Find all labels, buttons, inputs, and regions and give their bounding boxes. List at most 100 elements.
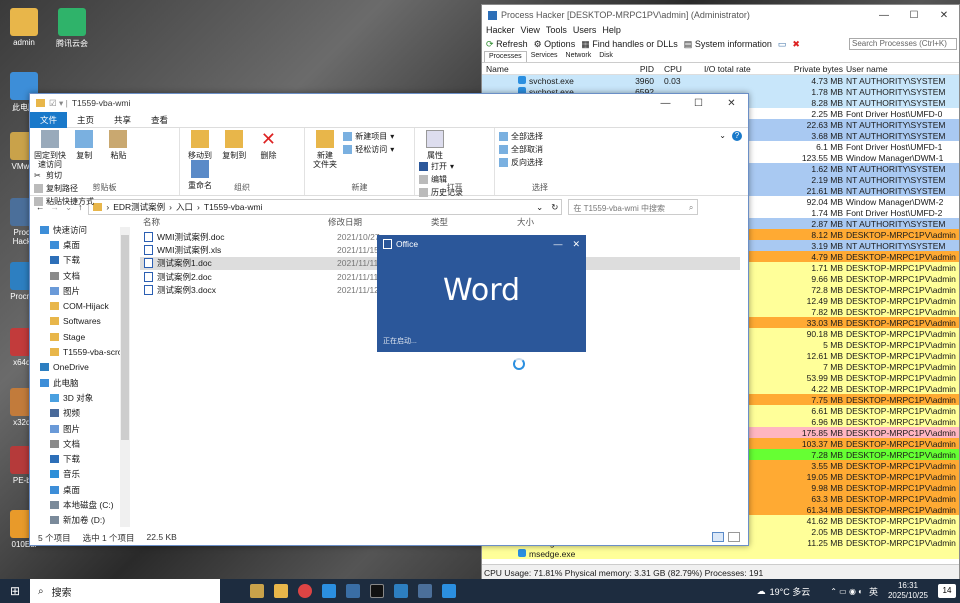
cut-button[interactable]: ✂ 剪切 <box>34 169 94 182</box>
tab-disk[interactable]: Disk <box>595 51 617 62</box>
tab-services[interactable]: Services <box>527 51 562 62</box>
start-button[interactable]: ⊞ <box>0 579 30 603</box>
col-name[interactable]: 名称 <box>140 216 328 228</box>
ribbon-tab[interactable]: 共享 <box>104 114 141 126</box>
nav-item[interactable]: 文档 <box>30 436 130 451</box>
refresh-button[interactable]: ⟳ Refresh <box>486 39 528 50</box>
nav-item[interactable]: Stage <box>30 329 130 344</box>
nav-item[interactable]: 此电脑 <box>30 375 130 390</box>
new-folder-button[interactable]: 新建 文件夹 <box>309 130 341 169</box>
refresh-icon[interactable]: ↻ <box>551 202 558 213</box>
system-information-button[interactable]: ▤ System information <box>684 39 772 50</box>
close-button[interactable]: ✕ <box>929 10 959 21</box>
process-row[interactable]: msedge.exe <box>482 548 959 559</box>
app-icon[interactable] <box>442 584 456 598</box>
task-view-icon[interactable] <box>250 584 264 598</box>
menu-users[interactable]: Users <box>573 25 597 37</box>
help-icon[interactable]: ? <box>732 131 742 141</box>
taskbar-search[interactable]: ⌕ 搜索 <box>30 579 220 603</box>
select-all-button[interactable]: 全部选择 <box>499 130 581 143</box>
maximize-button[interactable]: ☐ <box>899 10 929 21</box>
path-box[interactable]: › EDR测试案例 › 入口 › T1559-vba-wmi ⌄ ↻ <box>88 199 563 215</box>
move-to-button[interactable]: 移动到 <box>184 130 216 160</box>
folder-search-input[interactable]: 在 T1559-vba-wmi 中搜索 ⌕ <box>568 199 699 215</box>
desktop-icon[interactable]: 腾讯云会 <box>52 8 92 49</box>
details-view-icon[interactable] <box>712 532 724 542</box>
nav-scrollbar[interactable] <box>120 227 130 527</box>
invert-selection-button[interactable]: 反向选择 <box>499 156 581 169</box>
file-explorer-icon[interactable] <box>274 584 288 598</box>
nav-item[interactable]: Softwares <box>30 314 130 329</box>
vscode-icon[interactable] <box>394 584 408 598</box>
minimize-button[interactable]: — <box>553 239 562 250</box>
edge-icon[interactable] <box>322 584 336 598</box>
menu-tools[interactable]: Tools <box>546 25 567 37</box>
breadcrumb-edr[interactable]: EDR测试案例 <box>113 201 165 213</box>
pin-quick-access-button[interactable]: 固定到快速访问 <box>34 130 66 169</box>
window-icon[interactable]: ▭ <box>778 39 787 50</box>
nav-item[interactable]: 新加卷 (D:) <box>30 513 130 528</box>
nav-item[interactable]: 视频 <box>30 406 130 421</box>
properties-button[interactable]: 属性 <box>419 130 451 160</box>
col-io[interactable]: I/O total rate <box>704 64 764 74</box>
search-processes-input[interactable]: Search Processes (Ctrl+K) <box>849 38 957 50</box>
nav-item[interactable]: 图片 <box>30 283 130 298</box>
nav-item[interactable]: 文档 <box>30 268 130 283</box>
delete-button[interactable]: ✕ 删除 <box>252 130 284 160</box>
nav-item[interactable]: 桌面 <box>30 482 130 497</box>
select-none-button[interactable]: 全部取消 <box>499 143 581 156</box>
language-indicator[interactable]: 英 <box>869 585 878 598</box>
paste-button[interactable]: 粘贴 <box>102 130 134 160</box>
path-dropdown-icon[interactable]: ⌄ <box>536 202 543 213</box>
scroll-thumb[interactable] <box>121 235 129 440</box>
minimize-button[interactable]: — <box>869 10 899 21</box>
quick-access-toolbar[interactable]: ☑ ▾ | <box>49 98 68 109</box>
notification-center[interactable]: 14 <box>938 584 956 598</box>
col-cpu[interactable]: CPU <box>654 64 704 74</box>
breadcrumb-current[interactable]: T1559-vba-wmi <box>204 202 263 212</box>
open-button[interactable]: 打开 ▾ <box>419 160 463 173</box>
ribbon-tab[interactable]: 查看 <box>141 114 178 126</box>
nav-item[interactable]: OneDrive <box>30 360 130 375</box>
maximize-button[interactable]: ☐ <box>682 98 715 109</box>
copy-to-button[interactable]: 复制到 <box>218 130 250 160</box>
nav-item[interactable]: 本地磁盘 (C:) <box>30 497 130 512</box>
process-row[interactable]: svchost.exe 3960 0.03 4.73 MB NT AUTHORITY\S… <box>482 75 959 86</box>
tray-icons[interactable]: ⌃ ▭ ◉ ◐ <box>830 587 863 596</box>
tab-network[interactable]: Network <box>562 51 596 62</box>
col-date[interactable]: 修改日期 <box>328 216 431 228</box>
nav-item[interactable]: 快速访问 <box>30 222 130 237</box>
large-icons-view-icon[interactable] <box>728 532 740 542</box>
nav-item[interactable]: T1559-vba-scro <box>30 344 130 359</box>
terminal-icon[interactable] <box>370 584 384 598</box>
col-type[interactable]: 类型 <box>431 216 517 228</box>
nav-item[interactable]: 下载 <box>30 253 130 268</box>
nav-item[interactable]: 下载 <box>30 451 130 466</box>
nav-item[interactable]: 桌面 <box>30 237 130 252</box>
desktop-icon[interactable]: admin <box>4 8 44 47</box>
col-size[interactable]: 大小 <box>517 216 534 228</box>
options-button[interactable]: ⚙ Options <box>534 39 576 50</box>
ribbon-tab[interactable]: 文件 <box>30 111 68 128</box>
col-pid[interactable]: PID <box>619 64 654 74</box>
easy-access-button[interactable]: 轻松访问 ▾ <box>343 143 394 156</box>
find-handles-button[interactable]: ▦ Find handles or DLLs <box>581 39 678 50</box>
col-user[interactable]: User name <box>846 64 956 74</box>
nav-item[interactable]: 图片 <box>30 421 130 436</box>
menu-view[interactable]: View <box>521 25 540 37</box>
tab-processes[interactable]: Processes <box>484 51 527 62</box>
clock[interactable]: 16:31 2025/10/25 <box>878 581 938 601</box>
ribbon-tab[interactable]: 主页 <box>67 114 104 126</box>
col-name[interactable]: Name <box>482 64 619 74</box>
col-private-bytes[interactable]: Private bytes <box>764 64 846 74</box>
close-button[interactable]: ✕ <box>572 239 580 250</box>
new-item-button[interactable]: 新建项目 ▾ <box>343 130 394 143</box>
tool-icon[interactable] <box>346 584 360 598</box>
collapse-ribbon-icon[interactable]: ⌄ <box>719 131 726 192</box>
minimize-button[interactable]: — <box>649 98 682 109</box>
close-red-icon[interactable]: ✖ <box>792 39 800 50</box>
breadcrumb-entry[interactable]: 入口 <box>176 201 193 213</box>
paste-shortcut-button[interactable]: 粘贴快捷方式 <box>34 195 94 208</box>
menu-hacker[interactable]: Hacker <box>486 25 515 37</box>
nav-item[interactable]: 音乐 <box>30 467 130 482</box>
